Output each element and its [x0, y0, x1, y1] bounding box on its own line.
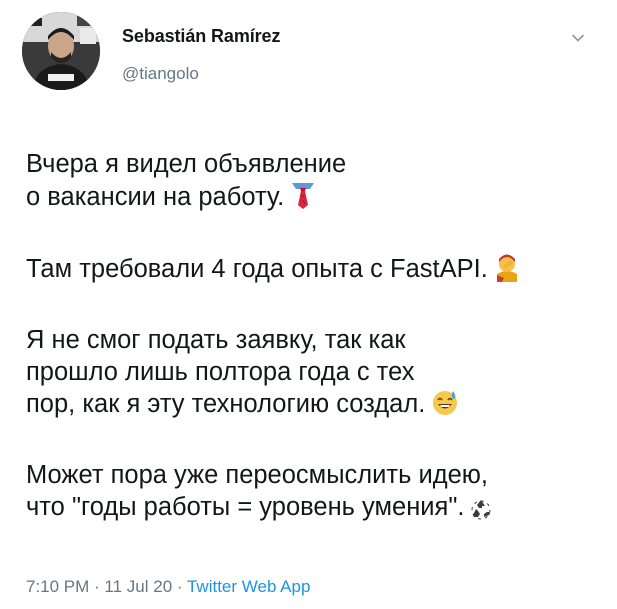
recycle-emoji: [470, 496, 492, 528]
sweat-smile-emoji: [431, 389, 459, 425]
tweet-paragraph: Там требовали 4 года опыта с FastAPI.: [26, 252, 606, 290]
user-handle[interactable]: @tiangolo: [122, 64, 199, 84]
tweet-card: Sebastián Ramírez @tiangolo Вчера я виде…: [0, 0, 617, 609]
necktie-emoji: [290, 180, 316, 218]
chevron-down-icon[interactable]: [570, 30, 586, 46]
meta-separator: ·: [89, 577, 105, 596]
tweet-line: Может пора уже переосмыслить идею,: [26, 461, 488, 489]
tweet-text: Вчера я видел объявление о вакансии на р…: [26, 148, 606, 562]
tweet-source-link[interactable]: Twitter Web App: [187, 577, 310, 596]
tweet-line: Я не смог подать заявку, так как: [26, 326, 406, 354]
tweet-line: пор, как я эту технологию создал.: [26, 388, 606, 425]
avatar[interactable]: [22, 12, 100, 90]
display-name[interactable]: Sebastián Ramírez: [122, 26, 280, 47]
tweet-time[interactable]: 7:10 PM: [26, 577, 89, 596]
tweet-paragraph: Я не смог подать заявку, так как прошло …: [26, 324, 606, 425]
meta-separator: ·: [172, 577, 187, 596]
tweet-paragraph: Может пора уже переосмыслить идею, что "…: [26, 459, 606, 528]
tweet-line: о вакансии на работу.: [26, 180, 606, 218]
tweet-line: прошло лишь полтора года с тех: [26, 358, 415, 386]
tweet-paragraph: Вчера я видел объявление о вакансии на р…: [26, 148, 606, 218]
tweet-line: что "годы работы = уровень умения".: [26, 491, 606, 528]
facepalm-emoji: [494, 252, 520, 290]
tweet-line: Там требовали 4 года опыта с FastAPI.: [26, 252, 606, 290]
tweet-line: Вчера я видел объявление: [26, 150, 347, 178]
tweet-date[interactable]: 11 Jul 20: [104, 577, 172, 596]
tweet-meta: 7:10 PM · 11 Jul 20 · Twitter Web App: [26, 577, 310, 597]
